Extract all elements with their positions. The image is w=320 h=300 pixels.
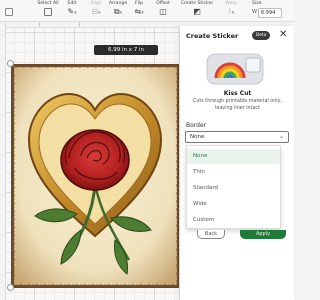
select-all-button[interactable]: Select All xyxy=(36,1,60,21)
checkbox-icon xyxy=(5,8,13,16)
arrange-button[interactable]: Arrange ⧉▾ xyxy=(107,1,129,21)
rose-heart-image[interactable] xyxy=(11,64,180,288)
offset-icon: ◫ xyxy=(159,7,167,16)
resize-handle[interactable] xyxy=(7,284,14,291)
offset-button[interactable]: Offset ◫ xyxy=(152,1,174,21)
width-prefix: W xyxy=(252,9,257,15)
pen-icon: ✎▾ xyxy=(67,7,77,16)
border-label: Border xyxy=(186,122,207,129)
border-option-thin[interactable]: Thin xyxy=(187,165,280,180)
left-ruler xyxy=(0,22,6,300)
border-option-none[interactable]: None xyxy=(187,149,280,164)
flip-button[interactable]: Flip ⇋▾ xyxy=(131,1,147,21)
border-option-custom[interactable]: Custom xyxy=(187,213,280,228)
chevron-down-icon: ⌄ xyxy=(278,133,284,140)
edit-button[interactable]: Edit ✎▾ xyxy=(62,1,82,21)
select-all-icon xyxy=(36,7,60,17)
select-checkbox-tool[interactable] xyxy=(2,1,16,21)
resize-handle[interactable] xyxy=(7,60,14,67)
arrange-icon: ⧉▾ xyxy=(113,7,123,16)
kiss-cut-sticker-icon xyxy=(206,53,264,85)
border-select[interactable]: None ⌄ xyxy=(185,131,289,143)
apply-button[interactable]: Apply xyxy=(240,230,286,239)
border-option-wide[interactable]: Wide xyxy=(187,197,280,212)
option-description: Cuts through printable material only, le… xyxy=(193,99,282,111)
border-option-standard[interactable]: Standard xyxy=(187,181,280,196)
flip-icon: ⇋▾ xyxy=(134,7,144,16)
ruler-number: 2 xyxy=(78,22,81,27)
create-sticker-button[interactable]: Create Sticker ◩ xyxy=(180,1,214,21)
width-field[interactable]: 6.994 xyxy=(258,8,282,18)
panel-title: Create Sticker xyxy=(186,32,239,40)
warp-button[interactable]: Warp ⌇▾ xyxy=(222,1,240,21)
close-icon[interactable]: ✕ xyxy=(279,29,287,41)
option-title: Kiss Cut xyxy=(223,90,252,97)
top-toolbar: Select All Edit ✎▾ Align ⊟▾ Arrange ⧉▾ F… xyxy=(0,0,294,22)
back-button[interactable]: Back xyxy=(197,230,225,239)
warp-icon: ⌇▾ xyxy=(227,7,235,16)
sticker-icon: ◩ xyxy=(193,7,201,16)
beta-badge: Beta xyxy=(252,31,271,40)
align-button[interactable]: Align ⊟▾ xyxy=(87,1,105,21)
border-dropdown-list: None Thin Standard Wide Custom xyxy=(186,145,281,229)
dimension-label: 6.99 in x 7 in xyxy=(94,45,158,55)
border-select-value: None xyxy=(190,134,205,140)
ruler-number: 1 xyxy=(38,22,41,27)
align-icon: ⊟▾ xyxy=(91,7,101,16)
size-label: Size xyxy=(252,1,262,6)
